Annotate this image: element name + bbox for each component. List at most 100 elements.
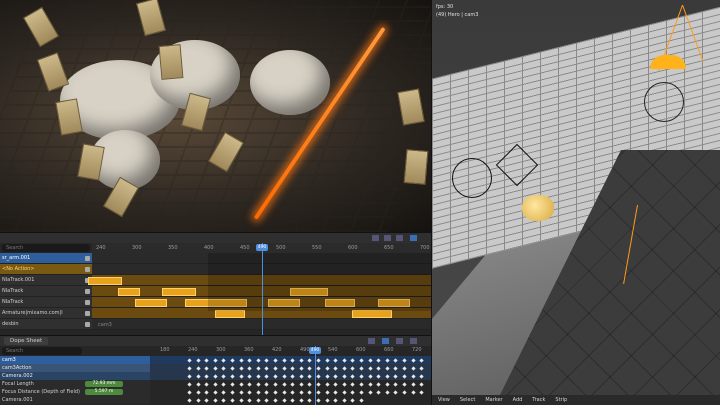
menu-item-view[interactable]: View: [438, 397, 450, 403]
dope-channel[interactable]: cam3Action: [0, 364, 150, 372]
keyframe-diamond[interactable]: [221, 365, 227, 371]
keyframe-diamond[interactable]: [376, 357, 381, 363]
keyframe-diamond[interactable]: [350, 365, 356, 371]
proportional-icon[interactable]: [410, 235, 417, 241]
nla-channel[interactable]: Armature|mixamo.com|l: [0, 308, 92, 319]
dope-channel[interactable]: Camera.002: [0, 372, 150, 380]
keyframe-diamond[interactable]: [307, 381, 313, 387]
keyframe-diamond[interactable]: [230, 397, 235, 403]
keyframe-diamond[interactable]: [221, 397, 227, 403]
keyframe-diamond[interactable]: [359, 381, 364, 387]
keyframe-diamond[interactable]: [256, 357, 261, 363]
channel-toggle-icon[interactable]: [85, 311, 90, 316]
keyframe-diamond[interactable]: [393, 389, 399, 395]
keyframe-diamond[interactable]: [247, 397, 252, 403]
keyframe-diamond[interactable]: [195, 373, 201, 379]
menu-item-strip[interactable]: Strip: [555, 397, 567, 403]
keyframe-diamond[interactable]: [290, 389, 295, 395]
keyframe-diamond[interactable]: [281, 389, 287, 395]
keyframe-diamond[interactable]: [324, 381, 330, 387]
keyframe-diamond[interactable]: [290, 381, 295, 387]
keyframe-diamond[interactable]: [273, 389, 278, 395]
keyframe-diamond[interactable]: [307, 357, 313, 363]
keyframe-diamond[interactable]: [264, 357, 270, 363]
keyframe-diamond[interactable]: [204, 357, 209, 363]
keyframe-diamond[interactable]: [307, 365, 313, 371]
dope-playhead[interactable]: [315, 346, 316, 405]
keyframe-diamond[interactable]: [324, 357, 330, 363]
keyframe-diamond[interactable]: [333, 373, 338, 379]
light-wireframe[interactable]: [644, 82, 684, 122]
keyframe-diamond[interactable]: [195, 381, 201, 387]
keyframe-diamond[interactable]: [342, 357, 347, 363]
nla-strip[interactable]: [88, 276, 122, 285]
keyframe-diamond[interactable]: [376, 389, 381, 395]
keyframe-diamond[interactable]: [264, 365, 270, 371]
nla-channel[interactable]: NlaTrack: [0, 286, 92, 297]
nla-editor[interactable]: Search 240 300 350 400 450 500 550 600 650 700 sr…: [0, 233, 431, 335]
keyframe-diamond[interactable]: [367, 381, 373, 387]
keyframe-diamond[interactable]: [195, 397, 201, 403]
keyframe-diamond[interactable]: [195, 365, 201, 371]
keyframe-diamond[interactable]: [290, 365, 295, 371]
keyframe-diamond[interactable]: [359, 365, 364, 371]
keyframe-diamond[interactable]: [359, 373, 364, 379]
keyframe-diamond[interactable]: [273, 373, 278, 379]
nla-strip[interactable]: [135, 298, 167, 307]
keyframe-diamond[interactable]: [376, 365, 381, 371]
keyframe-diamond[interactable]: [402, 381, 407, 387]
keyframe-diamond[interactable]: [367, 389, 373, 395]
keyframe-diamond[interactable]: [419, 381, 424, 387]
nla-playhead[interactable]: [262, 243, 263, 335]
keyframe-diamond[interactable]: [221, 373, 227, 379]
keyframe-diamond[interactable]: [264, 397, 270, 403]
keyframe-diamond[interactable]: [376, 381, 381, 387]
keyframe-diamond[interactable]: [204, 389, 209, 395]
keyframe-diamond[interactable]: [299, 397, 304, 403]
keyframe-diamond[interactable]: [333, 365, 338, 371]
keyframe-diamond[interactable]: [230, 373, 235, 379]
menu-item-add[interactable]: Add: [513, 397, 523, 403]
keyframe-diamond[interactable]: [307, 397, 313, 403]
keyframe-diamond[interactable]: [195, 357, 201, 363]
keyframe-diamond[interactable]: [393, 365, 399, 371]
keyframe-diamond[interactable]: [385, 381, 390, 387]
keyframe-diamond[interactable]: [281, 373, 287, 379]
keyframe-diamond[interactable]: [342, 389, 347, 395]
keyframe-diamond[interactable]: [187, 365, 192, 371]
channel-toggle-icon[interactable]: [85, 300, 90, 305]
keyframe-diamond[interactable]: [316, 357, 321, 363]
keyframe-diamond[interactable]: [213, 373, 218, 379]
property-value-field[interactable]: 5.597 m: [85, 389, 123, 395]
keyframe-diamond[interactable]: [324, 373, 330, 379]
keyframe-diamond[interactable]: [247, 373, 252, 379]
keyframe-row[interactable]: [150, 388, 431, 396]
keyframe-diamond[interactable]: [385, 365, 390, 371]
keyframe-diamond[interactable]: [410, 373, 416, 379]
keyframe-diamond[interactable]: [385, 373, 390, 379]
keyframe-diamond[interactable]: [273, 381, 278, 387]
keyframe-diamond[interactable]: [238, 381, 244, 387]
nla-search-input[interactable]: Search: [2, 244, 90, 252]
keyframe-diamond[interactable]: [324, 365, 330, 371]
nla-playhead-frame[interactable]: 490: [256, 244, 268, 251]
keyframe-diamond[interactable]: [419, 365, 424, 371]
keyframe-diamond[interactable]: [273, 357, 278, 363]
keyframe-diamond[interactable]: [238, 365, 244, 371]
keyframe-diamond[interactable]: [402, 373, 407, 379]
channel-toggle-icon[interactable]: [85, 256, 90, 261]
dope-channel[interactable]: Focus Distance (Depth of Field) 5.597 m: [0, 388, 150, 396]
nla-strip[interactable]: [118, 287, 140, 296]
keyframe-diamond[interactable]: [350, 397, 356, 403]
dope-search-input[interactable]: Search: [2, 347, 82, 355]
keyframe-diamond[interactable]: [385, 389, 390, 395]
keyframe-diamond[interactable]: [393, 373, 399, 379]
keyframe-diamond[interactable]: [376, 373, 381, 379]
keyframe-diamond[interactable]: [204, 373, 209, 379]
snap-icon[interactable]: [396, 235, 403, 241]
keyframe-diamond[interactable]: [402, 357, 407, 363]
keyframe-diamond[interactable]: [204, 397, 209, 403]
keyframe-diamond[interactable]: [221, 389, 227, 395]
keyframe-diamond[interactable]: [342, 397, 347, 403]
dope-timeline-ruler[interactable]: 180 240 300 360 420 490 540 600 660 720: [150, 336, 431, 356]
